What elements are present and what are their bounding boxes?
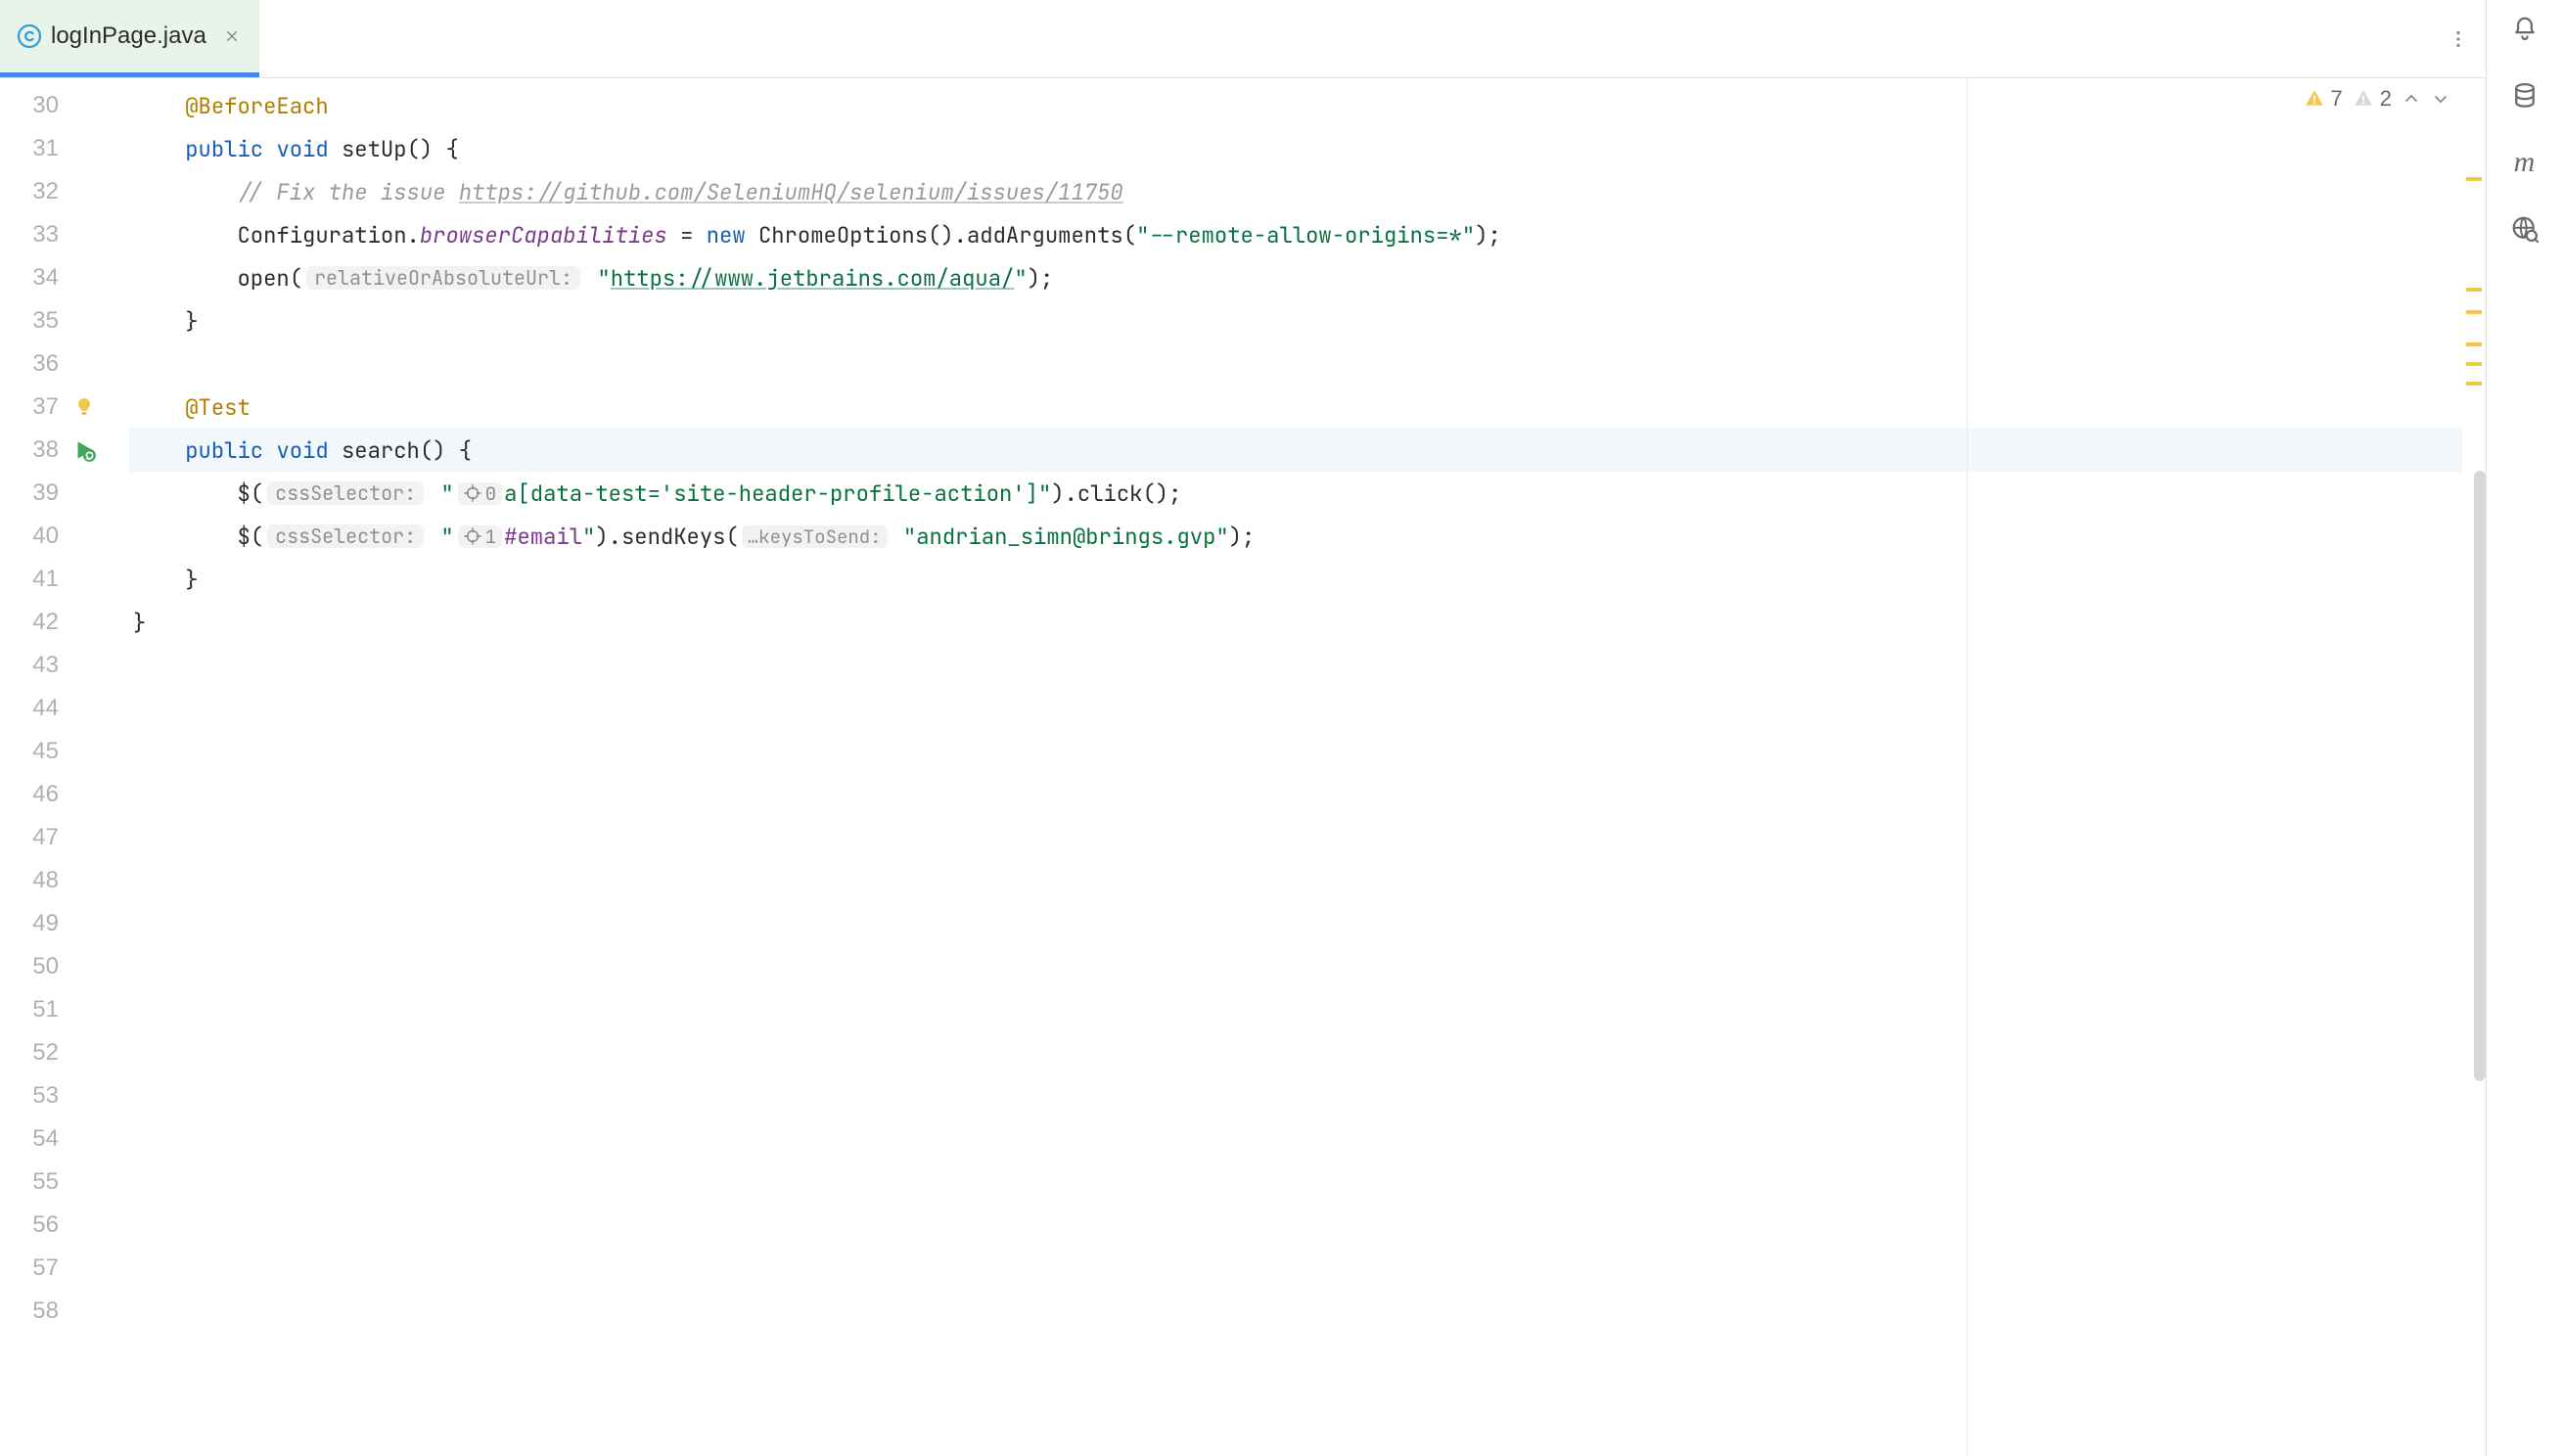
line-number: 38 <box>32 438 59 462</box>
line-number: 54 <box>32 1127 59 1151</box>
code-line: } <box>129 601 2462 644</box>
code-area[interactable]: @BeforeEach public void setUp() { // Fix… <box>129 78 2462 1456</box>
line-number: 48 <box>32 869 59 892</box>
next-highlight-icon[interactable] <box>2431 89 2450 109</box>
locator-badge[interactable]: 1 <box>458 525 502 548</box>
line-number: 37 <box>32 395 59 419</box>
line-number: 50 <box>32 955 59 978</box>
line-number: 39 <box>32 481 59 505</box>
line-number: 46 <box>32 783 59 806</box>
line-number: 36 <box>32 352 59 376</box>
line-number: 53 <box>32 1084 59 1108</box>
line-number: 34 <box>32 266 59 290</box>
code-line: open(relativeOrAbsoluteUrl: "https://www… <box>129 256 2462 299</box>
line-number: 43 <box>32 654 59 677</box>
warning-icon <box>2304 88 2325 110</box>
code-line: @Test <box>129 386 2462 429</box>
line-number: 31 <box>32 137 59 160</box>
editor-tab-bar: logInPage.java <box>0 0 2486 78</box>
java-class-icon <box>18 24 41 48</box>
editor-tab-label: logInPage.java <box>51 24 206 48</box>
right-tool-sidebar: m <box>2486 0 2562 1456</box>
gutter: 30 31 32 33 34 35 36 37 38 <box>0 78 129 1456</box>
line-number: 45 <box>32 740 59 763</box>
maven-icon[interactable]: m <box>2505 143 2544 182</box>
param-hint: cssSelector: <box>267 524 424 548</box>
code-line: public void setUp() { <box>129 127 2462 170</box>
line-number: 40 <box>32 524 59 548</box>
inspections-widget[interactable]: 7 2 <box>2304 88 2451 110</box>
editor-tab[interactable]: logInPage.java <box>0 0 259 77</box>
code-line-current: public void search() { <box>129 429 2462 472</box>
code-line: $(cssSelector: "1#email").sendKeys(…keys… <box>129 515 2462 558</box>
line-number: 56 <box>32 1213 59 1237</box>
line-number: 30 <box>32 94 59 117</box>
right-margin <box>1967 78 1968 1456</box>
scrollbar-track[interactable] <box>2470 78 2486 1456</box>
weak-warning-count: 2 <box>2380 88 2392 110</box>
editor-body[interactable]: 30 31 32 33 34 35 36 37 38 <box>0 78 2486 1456</box>
line-number: 58 <box>32 1299 59 1323</box>
weak-warning-icon <box>2353 88 2374 110</box>
code-line: @BeforeEach <box>129 84 2462 127</box>
line-number: 57 <box>32 1256 59 1280</box>
line-number: 52 <box>32 1041 59 1065</box>
line-number: 49 <box>32 912 59 935</box>
param-hint: …keysToSend: <box>742 525 888 548</box>
line-number: 55 <box>32 1170 59 1194</box>
web-inspector-icon[interactable] <box>2505 209 2544 249</box>
line-number: 42 <box>32 611 59 634</box>
error-stripe[interactable] <box>2462 78 2486 1456</box>
notifications-icon[interactable] <box>2505 10 2544 49</box>
scrollbar-thumb[interactable] <box>2474 471 2486 1081</box>
line-number: 51 <box>32 998 59 1022</box>
close-tab-icon[interactable] <box>222 26 242 46</box>
code-line: Configuration.browserCapabilities = new … <box>129 213 2462 256</box>
param-hint: cssSelector: <box>267 481 424 505</box>
database-icon[interactable] <box>2505 76 2544 115</box>
prev-highlight-icon[interactable] <box>2402 89 2421 109</box>
line-number: 33 <box>32 223 59 247</box>
line-number: 32 <box>32 180 59 204</box>
tab-more-icon[interactable] <box>2441 22 2476 57</box>
warning-count: 7 <box>2331 88 2343 110</box>
line-number: 41 <box>32 568 59 591</box>
line-number: 35 <box>32 309 59 333</box>
code-line: } <box>129 558 2462 601</box>
locator-badge[interactable]: 0 <box>458 482 502 505</box>
line-number: 47 <box>32 826 59 849</box>
code-line: } <box>129 299 2462 342</box>
param-hint: relativeOrAbsoluteUrl: <box>306 266 580 290</box>
run-gutter-icon[interactable] <box>70 436 98 464</box>
code-line <box>129 342 2462 386</box>
line-number: 44 <box>32 697 59 720</box>
code-line: $(cssSelector: "0a[data-test='site-heade… <box>129 472 2462 515</box>
bulb-icon[interactable] <box>70 393 98 421</box>
code-line: // Fix the issue https://github.com/Sele… <box>129 170 2462 213</box>
